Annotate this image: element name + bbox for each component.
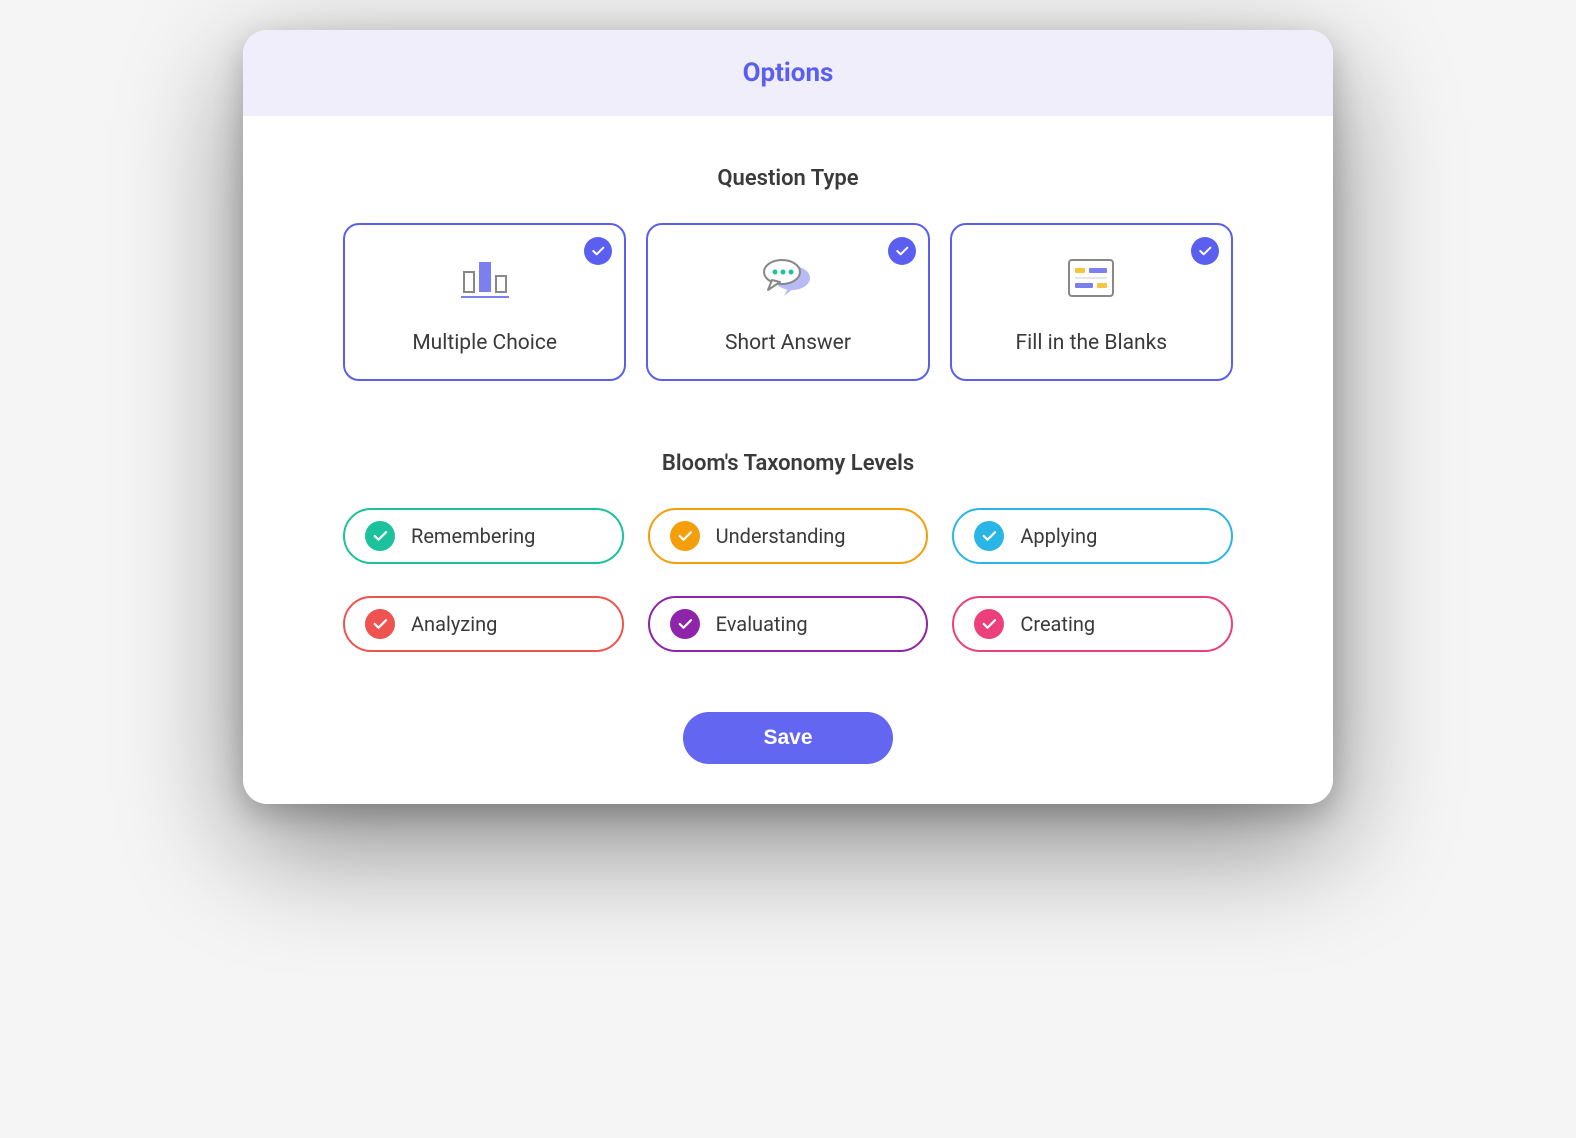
- bloom-level-label: Understanding: [716, 524, 846, 548]
- bar-chart-icon: [457, 253, 513, 303]
- question-type-multiple-choice[interactable]: Multiple Choice: [343, 223, 626, 381]
- check-icon: [365, 609, 395, 639]
- check-icon: [974, 521, 1004, 551]
- question-type-label: Short Answer: [725, 331, 851, 355]
- question-type-fill-blanks[interactable]: Fill in the Blanks: [950, 223, 1233, 381]
- bloom-level-label: Evaluating: [716, 612, 808, 636]
- check-icon: [670, 609, 700, 639]
- bloom-level-evaluating[interactable]: Evaluating: [648, 596, 929, 652]
- check-icon: [974, 609, 1004, 639]
- question-type-label: Fill in the Blanks: [1016, 331, 1168, 355]
- bloom-level-label: Analyzing: [411, 612, 497, 636]
- modal-body: Question Type Multiple Choice: [243, 116, 1333, 804]
- question-type-short-answer[interactable]: Short Answer: [646, 223, 929, 381]
- form-fields-icon: [1067, 253, 1115, 303]
- options-modal: Options Question Type Multiple Choice: [243, 30, 1333, 804]
- bloom-heading: Bloom's Taxonomy Levels: [343, 451, 1233, 476]
- check-icon: [670, 521, 700, 551]
- check-icon: [888, 237, 916, 265]
- bloom-grid: Remembering Understanding Applying Analy…: [343, 508, 1233, 652]
- bloom-level-applying[interactable]: Applying: [952, 508, 1233, 564]
- save-button[interactable]: Save: [683, 712, 893, 764]
- check-icon: [584, 237, 612, 265]
- check-icon: [365, 521, 395, 551]
- bloom-level-analyzing[interactable]: Analyzing: [343, 596, 624, 652]
- question-type-grid: Multiple Choice: [343, 223, 1233, 381]
- bloom-level-understanding[interactable]: Understanding: [648, 508, 929, 564]
- footer-actions: Save: [343, 712, 1233, 764]
- modal-header: Options: [243, 30, 1333, 116]
- bloom-level-creating[interactable]: Creating: [952, 596, 1233, 652]
- question-type-label: Multiple Choice: [412, 331, 557, 355]
- check-icon: [1191, 237, 1219, 265]
- bloom-level-remembering[interactable]: Remembering: [343, 508, 624, 564]
- bloom-level-label: Remembering: [411, 524, 535, 548]
- modal-title: Options: [243, 58, 1333, 88]
- bloom-level-label: Creating: [1020, 612, 1095, 636]
- bloom-level-label: Applying: [1020, 524, 1097, 548]
- speech-bubbles-icon: [758, 253, 818, 303]
- question-type-heading: Question Type: [343, 166, 1233, 191]
